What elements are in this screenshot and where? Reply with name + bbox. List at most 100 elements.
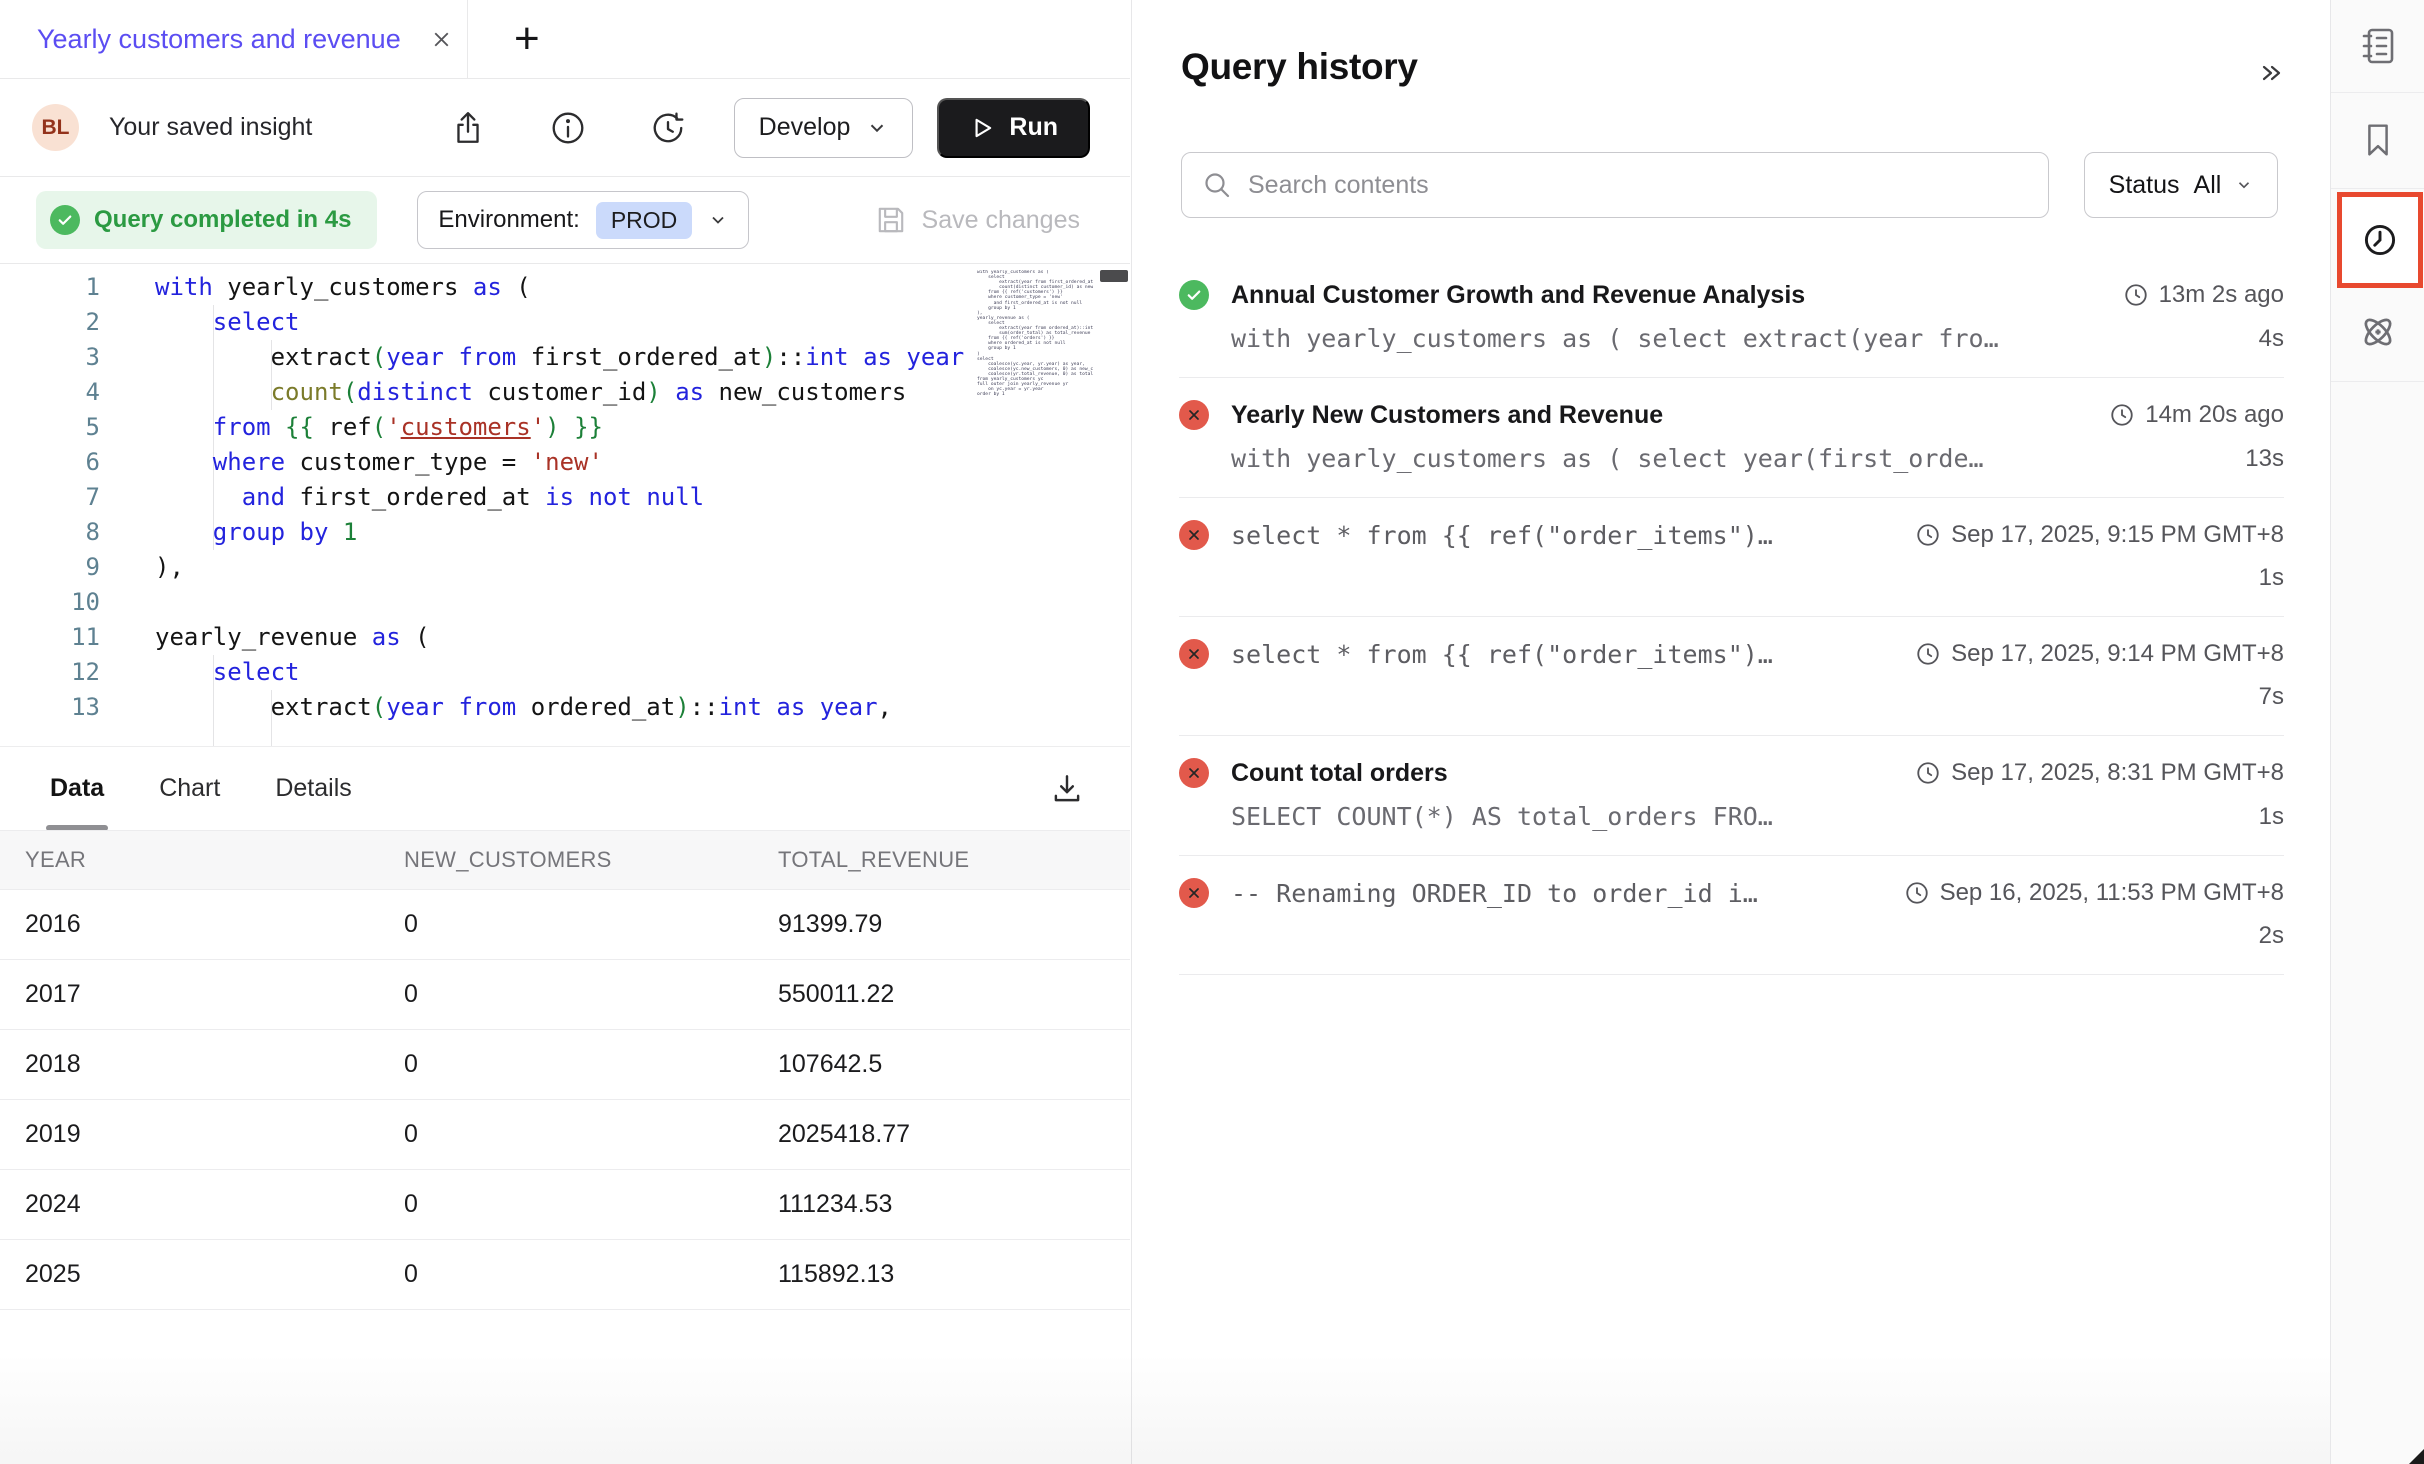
code-line: where customer_type = 'new' <box>155 445 964 480</box>
run-label: Run <box>1009 113 1058 142</box>
check-circle-icon <box>50 205 80 235</box>
table-cell: 2018 <box>25 1050 404 1079</box>
plus-icon: + <box>514 14 540 64</box>
tab-bar: Yearly customers and revenue + <box>0 0 1130 79</box>
insight-header: BL Your saved insight Develop Run <box>0 79 1130 177</box>
query-history-list: Annual Customer Growth and Revenue Analy… <box>1179 258 2284 975</box>
line-number: 12 <box>0 655 100 690</box>
status-error-icon <box>1179 520 1209 550</box>
results-table: YEARNEW_CUSTOMERSTOTAL_REVENUE 201609139… <box>0 830 1130 1310</box>
line-number: 1 <box>0 270 100 305</box>
table-row: 201902025418.77 <box>0 1100 1130 1170</box>
code-line: select <box>155 305 964 340</box>
chevron-down-icon <box>2235 176 2253 194</box>
chevron-down-icon <box>866 117 888 139</box>
develop-button[interactable]: Develop <box>734 98 914 158</box>
history-clock-icon-active[interactable] <box>2337 192 2423 288</box>
tab-yearly-customers-and-revenue[interactable]: Yearly customers and revenue <box>0 0 468 78</box>
tab-title: Yearly customers and revenue <box>37 24 401 55</box>
table-body: 2016091399.7920170550011.2220180107642.5… <box>0 890 1130 1310</box>
run-button[interactable]: Run <box>937 98 1090 158</box>
save-changes-button[interactable]: Save changes <box>875 204 1080 236</box>
query-duration: 4s <box>2239 325 2284 353</box>
compass-icon[interactable] <box>2331 300 2424 364</box>
code-line: and first_ordered_at is not null <box>155 480 964 515</box>
code-line: extract(year from ordered_at)::int as ye… <box>155 690 964 725</box>
close-tab-icon[interactable] <box>429 27 454 52</box>
query-history-item[interactable]: Count total ordersSep 17, 2025, 8:31 PM … <box>1179 736 2284 856</box>
editor-scrollbar-thumb[interactable] <box>1100 270 1128 282</box>
editor-minimap[interactable]: with yearly_customers as ( select extrac… <box>977 270 1093 397</box>
collapse-panel-icon[interactable] <box>2254 56 2288 95</box>
table-cell: 107642.5 <box>778 1050 1130 1079</box>
code-line: yearly_revenue as ( <box>155 620 964 655</box>
column-header: YEAR <box>25 847 404 873</box>
resize-grip <box>2409 1449 2424 1464</box>
search-icon <box>1202 170 1232 200</box>
tab-data[interactable]: Data <box>50 747 104 831</box>
environment-value: PROD <box>596 202 692 239</box>
status-error-icon <box>1179 400 1209 430</box>
bookmark-icon[interactable] <box>2331 108 2424 172</box>
results-tabs: Data Chart Details <box>50 747 352 831</box>
query-title: Annual Customer Growth and Revenue Analy… <box>1231 281 1805 310</box>
notebook-icon[interactable] <box>2331 14 2424 78</box>
table-cell: 2017 <box>25 980 404 1009</box>
download-icon[interactable] <box>1049 771 1085 807</box>
table-row: 20250115892.13 <box>0 1240 1130 1310</box>
table-cell: 0 <box>404 1050 778 1079</box>
sql-editor[interactable]: 12345678910111213 with yearly_customers … <box>0 264 1130 746</box>
table-cell: 2025 <box>25 1260 404 1289</box>
line-number: 8 <box>0 515 100 550</box>
divider <box>2331 188 2424 189</box>
line-number: 9 <box>0 550 100 585</box>
query-history-item[interactable]: -- Renaming ORDER_ID to order_id i…Sep 1… <box>1179 856 2284 975</box>
status-bar: Query completed in 4s Environment: PROD … <box>0 177 1130 264</box>
query-sql-preview: with yearly_customers as ( select year(f… <box>1231 444 1984 473</box>
table-cell: 0 <box>404 910 778 939</box>
share-icon[interactable] <box>450 110 486 146</box>
code-line: extract(year from first_ordered_at)::int… <box>155 340 964 375</box>
table-row: 2016091399.79 <box>0 890 1130 960</box>
code-line <box>155 585 964 620</box>
info-icon[interactable] <box>550 110 586 146</box>
table-cell: 115892.13 <box>778 1260 1130 1289</box>
query-timestamp: Sep 17, 2025, 9:15 PM GMT+8 <box>1895 521 2284 549</box>
query-history-item[interactable]: select * from {{ ref("order_items")… Sep … <box>1179 498 2284 617</box>
owner-label: Your saved insight <box>109 113 312 142</box>
query-sql-preview: select * from {{ ref("order_items")… <box>1231 521 1773 550</box>
tab-details[interactable]: Details <box>275 747 351 831</box>
table-row: 20170550011.22 <box>0 960 1130 1030</box>
table-cell: 0 <box>404 980 778 1009</box>
version-history-icon[interactable] <box>650 110 686 146</box>
table-cell: 111234.53 <box>778 1190 1130 1219</box>
query-sql-preview: SELECT COUNT(*) AS total_orders FRO… <box>1231 802 1773 831</box>
save-icon <box>875 204 907 236</box>
query-status-badge: Query completed in 4s <box>36 191 377 249</box>
query-history-item[interactable]: Annual Customer Growth and Revenue Analy… <box>1179 258 2284 378</box>
tab-chart[interactable]: Chart <box>159 747 220 831</box>
table-cell: 2019 <box>25 1120 404 1149</box>
query-timestamp: 13m 2s ago <box>2103 281 2284 309</box>
line-number: 13 <box>0 690 100 725</box>
results-tab-bar: Data Chart Details <box>0 746 1130 830</box>
table-cell: 0 <box>404 1120 778 1149</box>
search-input[interactable] <box>1248 171 2028 200</box>
query-timestamp: Sep 17, 2025, 8:31 PM GMT+8 <box>1895 759 2284 787</box>
query-history-item[interactable]: select * from {{ ref("order_items")…Sep … <box>1179 617 2284 736</box>
query-sql-preview: select * from {{ ref("order_items")… <box>1231 640 1773 669</box>
line-numbers: 12345678910111213 <box>0 270 100 725</box>
chevron-down-icon <box>708 210 728 230</box>
status-filter-dropdown[interactable]: Status All <box>2084 152 2278 218</box>
environment-dropdown[interactable]: Environment: PROD <box>417 191 749 249</box>
status-filter-label: Status <box>2109 171 2180 200</box>
table-cell: 0 <box>404 1190 778 1219</box>
code-line: group by 1 <box>155 515 964 550</box>
query-sql-preview: with yearly_customers as ( select extrac… <box>1231 324 1999 353</box>
new-tab-button[interactable]: + <box>500 0 554 78</box>
line-number: 3 <box>0 340 100 375</box>
line-number: 5 <box>0 410 100 445</box>
query-history-item[interactable]: Yearly New Customers and Revenue14m 20s … <box>1179 378 2284 498</box>
table-cell: 2016 <box>25 910 404 939</box>
query-timestamp: 14m 20s ago <box>2089 401 2284 429</box>
